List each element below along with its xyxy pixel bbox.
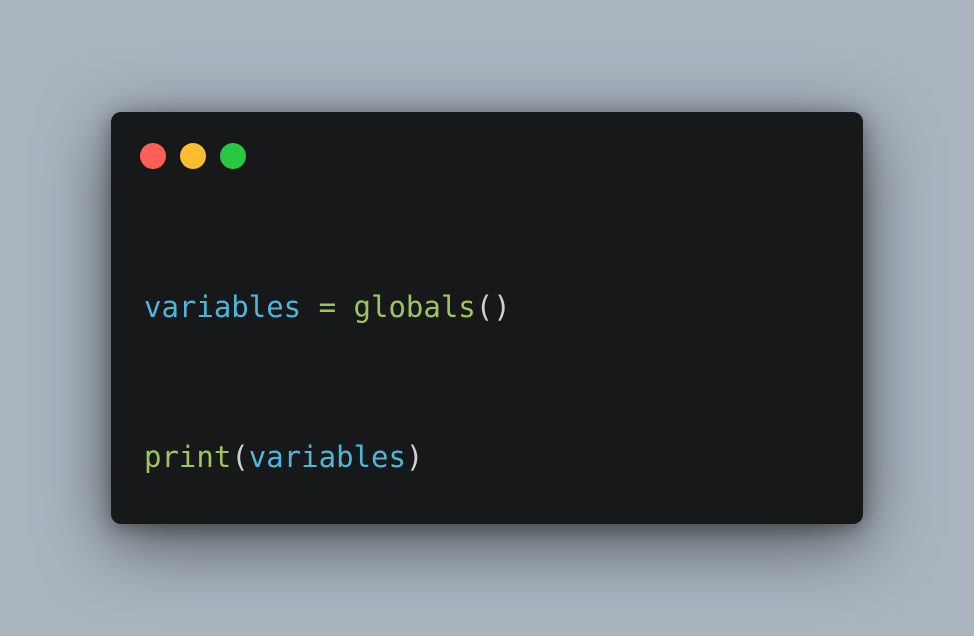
close-button-icon[interactable]: [140, 143, 166, 169]
code-token-variable: variables: [144, 290, 302, 324]
code-line-2: print(variables): [144, 439, 423, 475]
code-token-punctuation: (: [231, 440, 249, 474]
code-token-punctuation: (): [475, 290, 511, 324]
minimize-button-icon[interactable]: [180, 143, 206, 169]
code-token-function: globals: [353, 290, 476, 324]
code-token-variable: variables: [248, 440, 406, 474]
window-controls: [140, 143, 246, 169]
code-token-function: print: [144, 440, 232, 474]
code-token-punctuation: ): [405, 440, 424, 474]
maximize-button-icon[interactable]: [220, 143, 246, 169]
code-line-1: variables = globals(): [144, 289, 511, 325]
code-window: variables = globals() print(variables): [111, 112, 863, 524]
code-token-operator: =: [318, 290, 337, 324]
